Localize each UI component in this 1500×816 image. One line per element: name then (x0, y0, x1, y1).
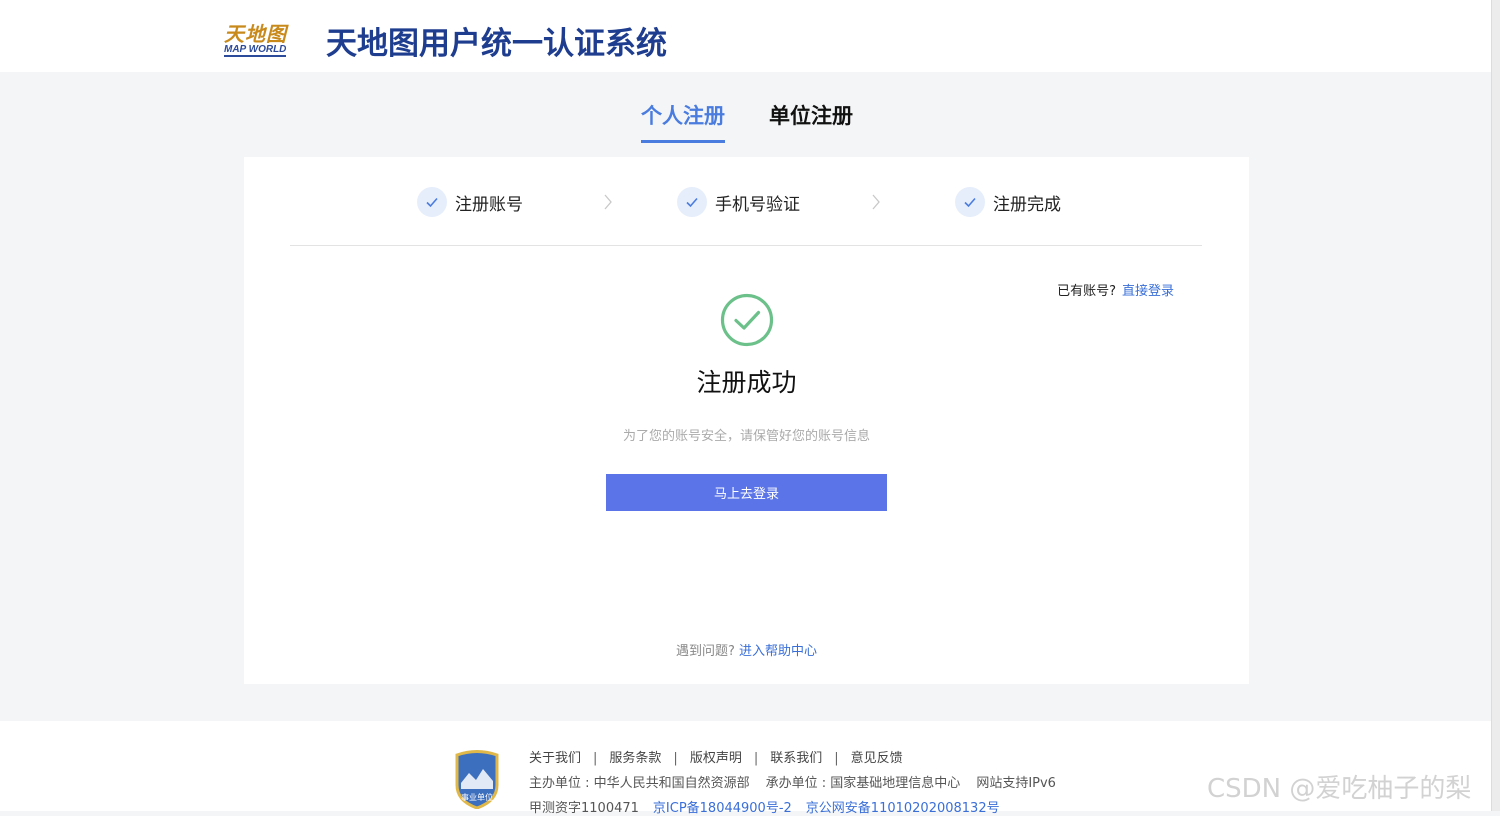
footer-police-link[interactable]: 京公网安备11010202008132号 (806, 801, 1000, 816)
footer-link-feedback[interactable]: 意见反馈 (851, 751, 903, 766)
footer-survey-license: 甲测资字1100471 (529, 801, 639, 816)
footer-link-contact[interactable]: 联系我们 (770, 751, 822, 766)
success-check-circle-icon (720, 293, 774, 347)
footer-link-copyright[interactable]: 版权声明 (690, 751, 742, 766)
footer-ipv6: 网站支持IPv6 (976, 776, 1056, 791)
direct-login-link[interactable]: 直接登录 (1122, 284, 1174, 299)
site-title: 天地图用户统一认证系统 (326, 26, 667, 62)
check-icon (677, 187, 707, 217)
footer-separator: | (753, 751, 759, 766)
footer-host: 主办单位 : 中华人民共和国自然资源部 (529, 776, 750, 791)
login-hint: 已有账号? 直接登录 (1057, 280, 1174, 299)
register-card: 注册账号 手机号验证 注册完成 已有账号? 直接登录 注册成功 为了您的账号安全，… (244, 157, 1249, 684)
success-subtitle: 为了您的账号安全，请保管好您的账号信息 (622, 429, 870, 444)
divider (290, 245, 1202, 246)
success-title: 注册成功 (696, 368, 797, 397)
help-hint: 遇到问题? 进入帮助中心 (244, 640, 1249, 659)
footer-registration: 甲测资字1100471 京ICP备18044900号-2 京公网安备11010202… (529, 797, 1014, 816)
help-center-link[interactable]: 进入帮助中心 (739, 644, 817, 659)
step-register-complete: 注册完成 (955, 185, 1061, 219)
check-icon (955, 187, 985, 217)
footer-links: 关于我们 | 服务条款 | 版权声明 | 联系我们 | 意见反馈 (529, 747, 903, 766)
step-label: 注册完成 (993, 194, 1061, 215)
footer-icp-link[interactable]: 京ICP备18044900号-2 (653, 801, 792, 816)
footer-organizer: 承办单位 : 国家基础地理信息中心 (765, 776, 961, 791)
logo-english-text: MAP WORLD (224, 44, 287, 57)
badge-text: 事业单位 (461, 792, 493, 802)
go-login-button[interactable]: 马上去登录 (606, 474, 887, 511)
tianditu-logo[interactable]: 天地图 MAP WORLD (222, 18, 302, 60)
footer-separator: | (834, 751, 839, 766)
csdn-watermark: CSDN @爱吃柚子的梨 (1207, 774, 1472, 804)
step-register-account: 注册账号 (417, 185, 523, 219)
login-hint-text: 已有账号? (1057, 284, 1116, 299)
logo-chinese-text: 天地图 (224, 22, 287, 46)
progress-steps: 注册账号 手机号验证 注册完成 (244, 185, 1249, 219)
tab-personal-register[interactable]: 个人注册 (641, 100, 725, 143)
chevron-right-icon (604, 194, 612, 210)
tab-organization-register[interactable]: 单位注册 (769, 100, 853, 140)
footer-link-terms[interactable]: 服务条款 (609, 751, 661, 766)
help-text: 遇到问题? (676, 644, 735, 659)
step-phone-verify: 手机号验证 (677, 185, 800, 219)
chevron-right-icon (872, 194, 880, 210)
footer-link-about[interactable]: 关于我们 (529, 751, 581, 766)
public-institution-badge-icon[interactable]: 事业单位 (452, 749, 502, 809)
step-label: 手机号验证 (715, 194, 800, 215)
scrollbar[interactable] (1491, 0, 1500, 811)
footer-organization-info: 主办单位 : 中华人民共和国自然资源部 承办单位 : 国家基础地理信息中心 网站支持… (529, 772, 1072, 791)
check-icon (417, 187, 447, 217)
header-bar: 天地图 MAP WORLD 天地图用户统一认证系统 (0, 0, 1492, 72)
registration-tabs: 个人注册 单位注册 (0, 100, 1492, 144)
footer-separator: | (673, 751, 678, 766)
step-label: 注册账号 (455, 194, 523, 215)
footer-separator: | (593, 751, 598, 766)
